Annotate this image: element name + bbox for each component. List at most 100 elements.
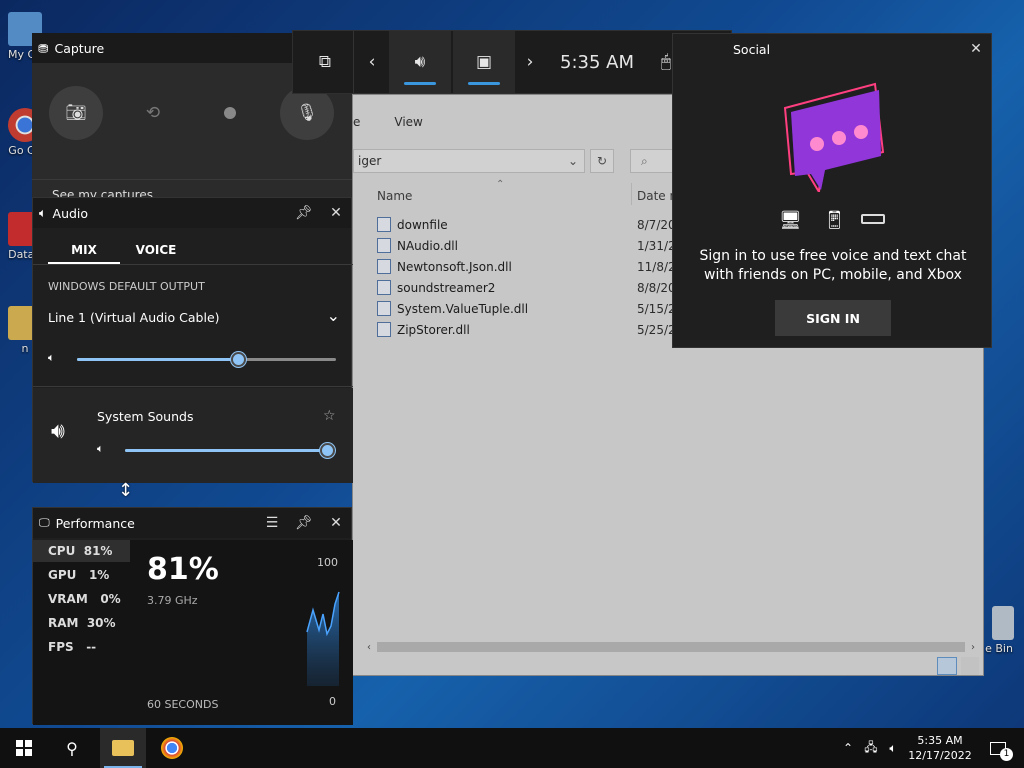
network-button[interactable]: 🖧︎ [860, 728, 882, 768]
close-button[interactable]: ✕ [325, 203, 347, 223]
metric-vram[interactable]: VRAM 0% [48, 592, 121, 606]
close-button[interactable]: ✕ [965, 39, 987, 59]
notifications-button[interactable]: 1 [978, 728, 1018, 768]
mobile-icon: 📱︎ [823, 210, 846, 231]
big-cpu-value: 81% [147, 552, 219, 587]
social-title: Social [733, 41, 771, 57]
app-name: System Sounds [97, 409, 194, 424]
tab-mix[interactable]: MIX [48, 236, 120, 264]
audio-section-divider [33, 386, 353, 387]
social-widget: Social ✕ 🖥︎ 📱︎ Sign in to use free voice… [672, 33, 992, 348]
app-volume-fill [125, 449, 327, 452]
axis-min-label: 0 [329, 695, 336, 708]
capture-widget-button[interactable]: ▣ [453, 31, 515, 93]
speaker-icon: 🔈︎ [889, 740, 897, 755]
metric-value: 0% [100, 592, 121, 606]
chevron-right-icon: › [526, 52, 534, 72]
metric-value: 81% [83, 544, 113, 558]
pin-icon: 📌︎ [295, 515, 313, 531]
social-header: Social [673, 34, 991, 64]
output-device-value: Line 1 (Virtual Audio Cable) [48, 310, 220, 325]
close-button[interactable]: ✕ [325, 513, 347, 533]
show-hidden-icons-button[interactable]: ⌃ [838, 728, 858, 768]
capture-widget-icon: ⛃ [38, 40, 49, 56]
tabs-divider [33, 264, 353, 265]
metric-value: 1% [88, 568, 110, 582]
speaker-icon: 🔈︎ [39, 205, 47, 220]
taskbar-file-explorer[interactable] [100, 728, 146, 768]
master-volume-fill [77, 358, 238, 361]
metric-label: VRAM [48, 592, 88, 606]
app-volume-knob[interactable] [320, 443, 335, 458]
search-icon: ⚲ [66, 738, 78, 758]
volume-button[interactable]: 🔈︎ [882, 728, 904, 768]
record-dot-icon [224, 107, 236, 119]
active-indicator [468, 82, 500, 85]
screenshot-button[interactable]: 📷︎ [49, 86, 103, 140]
toolbar-divider [353, 31, 354, 93]
metric-value: 30% [86, 616, 116, 630]
chrome-icon [161, 737, 183, 759]
close-icon: ✕ [330, 515, 342, 531]
game-bar-toolbar: ⧉ ‹ 🔊︎ ▣ › 5:35 AM 🖱︎ ⚙ [292, 30, 732, 94]
app-mix-row [33, 388, 353, 483]
metric-fps[interactable]: FPS -- [48, 640, 96, 654]
master-volume-slider[interactable] [77, 352, 336, 367]
record-last-30s-button[interactable]: ⟲ [126, 86, 180, 140]
mic-off-icon: 🎙︎ [296, 103, 318, 123]
metric-label: FPS [48, 640, 74, 654]
start-recording-button[interactable] [203, 86, 257, 140]
volume-low-icon: 🔈︎ [97, 442, 104, 455]
capture-divider [32, 179, 352, 180]
pin-button[interactable]: 📌︎ [293, 203, 315, 223]
master-volume-knob[interactable] [230, 352, 246, 367]
clock-time: 5:35 AM [917, 734, 963, 747]
start-button[interactable] [0, 728, 48, 768]
metric-label: GPU [48, 568, 77, 582]
volume-low-icon: 🔈︎ [48, 351, 55, 364]
search-button[interactable]: ⚲ [50, 728, 94, 768]
audio-widget-button[interactable]: 🔊︎ [389, 31, 451, 93]
metric-cpu[interactable]: CPU 81% [48, 544, 112, 558]
camera-icon: 📷︎ [65, 103, 87, 123]
chat-bubble-illustration [781, 82, 887, 196]
mic-toggle-button[interactable]: 🎙︎ [280, 86, 334, 140]
sign-in-label: SIGN IN [806, 310, 860, 326]
capture-icon: ▣ [475, 52, 493, 72]
network-icon: 🖧︎ [864, 739, 878, 754]
metric-label: CPU [48, 544, 76, 558]
notification-badge: 1 [1000, 748, 1013, 761]
pc-icon: 🖥︎ [779, 210, 802, 231]
taskbar-chrome[interactable] [150, 728, 194, 768]
audio-widget: 🔈︎ Audio 📌︎ ✕ MIX VOICE WINDOWS DEFAULT … [32, 197, 353, 483]
sign-in-button[interactable]: SIGN IN [775, 300, 891, 336]
chevron-down-icon: ⌄ [326, 306, 340, 325]
chevron-left-icon: ‹ [368, 52, 376, 72]
metric-label: RAM [48, 616, 79, 630]
toolbar-prev-button[interactable]: ‹ [359, 31, 385, 93]
social-message: Sign in to use free voice and text chat … [699, 248, 967, 283]
favorite-star-icon[interactable]: ☆ [323, 408, 336, 424]
taskbar-clock[interactable]: 5:35 AM 12/17/2022 [908, 728, 972, 768]
options-button[interactable]: ☰ [261, 513, 283, 533]
metric-gpu[interactable]: GPU 1% [48, 568, 109, 582]
cpu-clock: 3.79 GHz [147, 594, 198, 607]
tab-voice-label: VOICE [135, 243, 177, 257]
tab-voice[interactable]: VOICE [129, 236, 183, 264]
history-icon: ⟲ [145, 103, 161, 123]
metric-ram[interactable]: RAM 30% [48, 616, 116, 630]
performance-title: Performance [55, 515, 135, 531]
close-icon: ✕ [330, 205, 342, 221]
metric-value: -- [86, 640, 97, 654]
app-volume-slider[interactable] [125, 443, 335, 458]
active-indicator [404, 82, 436, 85]
pin-button[interactable]: 📌︎ [293, 513, 315, 533]
toolbar-next-button[interactable]: › [517, 31, 543, 93]
speaker-icon: 🔊︎ [414, 52, 426, 72]
mouse-icon: 🖱︎ [660, 52, 672, 72]
clock-date: 12/17/2022 [908, 749, 972, 762]
audio-title: Audio [52, 205, 89, 221]
tab-mix-label: MIX [71, 243, 97, 257]
widget-menu-button[interactable]: ⧉ [305, 31, 345, 93]
output-device-select[interactable]: Line 1 (Virtual Audio Cable) ⌄ [48, 306, 340, 330]
